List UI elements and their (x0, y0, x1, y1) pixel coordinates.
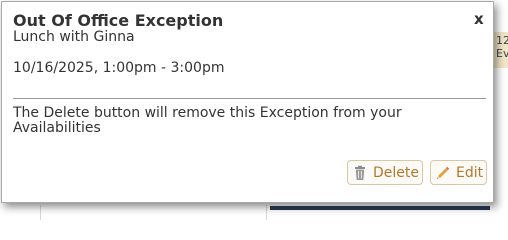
delete-button[interactable]: Delete (347, 160, 423, 185)
calendar-grid-line (266, 205, 267, 220)
calendar-event-bar[interactable] (270, 206, 490, 210)
calendar-event-fragment-text: 12 Ev (496, 34, 508, 60)
exception-popup: Out Of Office Exception x Lunch with Gin… (1, 1, 494, 203)
pencil-icon (435, 165, 451, 181)
delete-button-label: Delete (373, 164, 419, 181)
edit-button-label: Edit (456, 164, 484, 181)
event-datetime: 10/16/2025, 1:00pm - 3:00pm (13, 60, 225, 76)
trash-icon (352, 165, 368, 181)
popup-title: Out Of Office Exception (13, 11, 224, 30)
calendar-event-fragment[interactable]: 12 Ev (492, 32, 508, 68)
calendar-grid-line (40, 205, 41, 220)
edit-button[interactable]: Edit (430, 160, 487, 185)
divider (13, 98, 486, 99)
delete-note: The Delete button will remove this Excep… (13, 105, 402, 136)
event-subtitle: Lunch with Ginna (13, 29, 135, 45)
close-button[interactable]: x (474, 10, 484, 28)
